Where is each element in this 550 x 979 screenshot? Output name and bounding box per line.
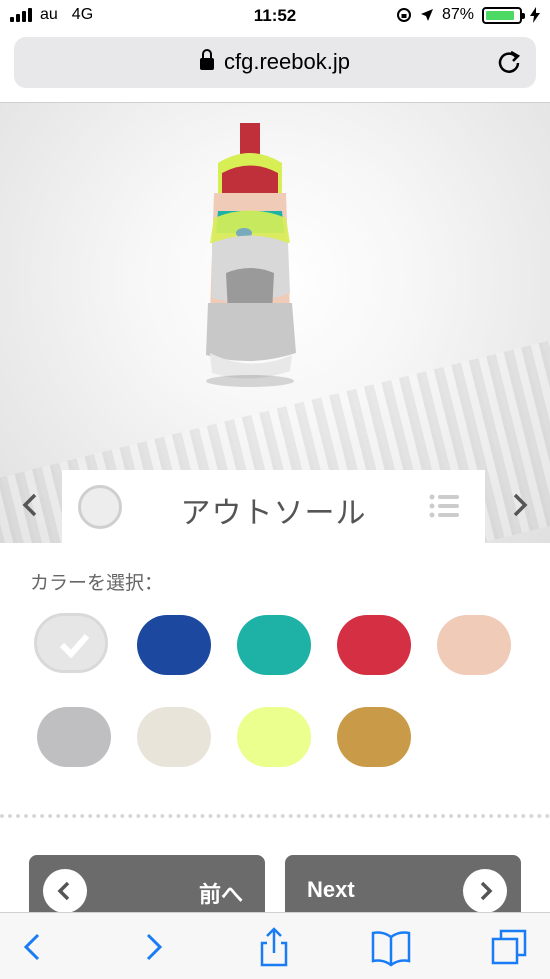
color-swatch-blue[interactable] <box>137 615 211 675</box>
back-icon[interactable] <box>13 927 53 967</box>
shoe-image <box>206 123 296 387</box>
browser-toolbar <box>0 912 550 979</box>
color-swatch-white[interactable] <box>34 613 108 673</box>
lock-icon <box>200 49 215 70</box>
address-bar[interactable]: cfg.reebok.jp <box>14 37 536 88</box>
part-title: アウトソール <box>180 497 367 530</box>
url-text: cfg.reebok.jp <box>224 49 350 74</box>
part-selector: アウトソール <box>0 470 550 543</box>
chevron-right-icon <box>463 869 507 913</box>
battery-percent: 87% <box>441 6 474 23</box>
forward-icon[interactable] <box>133 927 173 967</box>
status-bar: au 4G 11:52 87% <box>0 0 550 32</box>
color-swatch-gray[interactable] <box>37 707 111 767</box>
color-swatch-cream[interactable] <box>137 707 211 767</box>
previous-part-arrow-icon[interactable] <box>16 490 46 520</box>
color-swatch-gold[interactable] <box>337 707 411 767</box>
bookmarks-icon[interactable] <box>371 927 411 967</box>
part-panel: アウトソール <box>62 470 485 543</box>
next-button-label: Next <box>307 877 355 902</box>
reload-icon[interactable] <box>496 49 522 75</box>
color-swatch-lime[interactable] <box>237 707 311 767</box>
chevron-left-icon <box>43 869 87 913</box>
battery-icon <box>482 6 525 24</box>
color-swatch-red[interactable] <box>337 615 411 675</box>
charging-icon <box>530 7 540 23</box>
list-icon[interactable] <box>429 494 459 518</box>
color-swatch-peach[interactable] <box>437 615 511 675</box>
section-divider <box>0 814 550 818</box>
color-swatch-teal[interactable] <box>237 615 311 675</box>
prev-button-label: 前へ <box>198 882 243 907</box>
rotation-lock-icon <box>396 8 411 22</box>
checkmark-icon <box>59 634 89 659</box>
color-select-label: カラーを選択： <box>30 573 164 594</box>
tabs-icon[interactable] <box>489 927 529 967</box>
share-icon[interactable] <box>254 927 294 967</box>
next-part-arrow-icon[interactable] <box>504 490 534 520</box>
location-icon <box>420 9 433 21</box>
